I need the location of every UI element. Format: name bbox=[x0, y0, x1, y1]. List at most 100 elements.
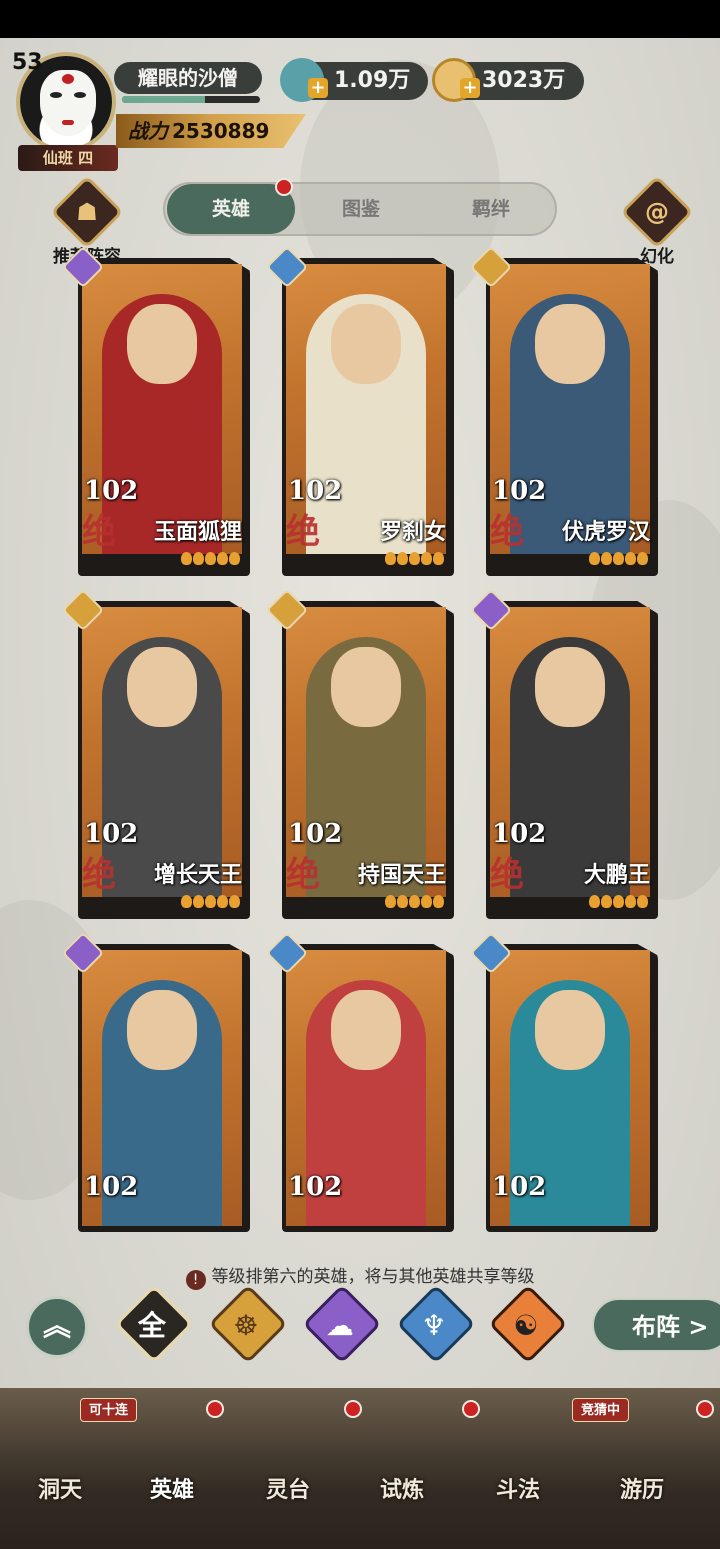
add-jade-icon[interactable]: + bbox=[308, 78, 328, 98]
player-level: 53 bbox=[12, 50, 43, 75]
star-rating bbox=[385, 552, 444, 566]
star-icon bbox=[181, 552, 192, 565]
hero-level: 102 bbox=[288, 476, 343, 506]
coin-currency[interactable]: + 3023万 bbox=[432, 58, 584, 102]
hero-card[interactable]: 102 绝 伏虎罗汉 bbox=[469, 245, 658, 576]
filter-purple-icon[interactable]: ☁ bbox=[302, 1284, 382, 1364]
star-icon bbox=[421, 895, 432, 908]
hero-card[interactable]: 102 绝 增长天王 bbox=[61, 588, 250, 919]
star-icon bbox=[433, 552, 444, 565]
tab-heroes-notification-dot bbox=[275, 178, 293, 196]
nav-notification-dot bbox=[462, 1400, 480, 1418]
star-icon bbox=[613, 895, 624, 908]
transform-button[interactable]: @ 幻化 bbox=[620, 175, 694, 267]
nav-badge: 竞猜中 bbox=[572, 1398, 630, 1422]
nav-item[interactable]: 洞天 bbox=[10, 1472, 110, 1504]
star-icon bbox=[601, 552, 612, 565]
hero-name: 玉面狐狸 bbox=[153, 520, 242, 545]
collapse-button[interactable]: ︽ bbox=[26, 1296, 88, 1358]
hero-screen: 53 仙班 四 耀眼的沙僧 战力 2530889 + 1.09万 + 3023万 … bbox=[0, 0, 720, 1549]
exp-fill bbox=[122, 96, 205, 103]
hero-grade: 绝 bbox=[490, 855, 524, 895]
hero-card[interactable]: 102 bbox=[469, 931, 658, 1232]
coin-value: 3023万 bbox=[482, 68, 566, 93]
hero-grid: 102 绝玉面狐狸 102 绝罗刹女 102 绝伏虎罗汉 102 绝增长天王 102 绝持国天王 1… bbox=[61, 245, 658, 1233]
filter-orange-icon[interactable]: ☯ bbox=[488, 1284, 568, 1364]
hero-grade: 绝 bbox=[286, 855, 320, 895]
exp-bar bbox=[122, 96, 260, 103]
hero-level: 102 bbox=[84, 476, 139, 506]
hero-name: 大鹏王 bbox=[583, 863, 650, 888]
hero-name: 增长天王 bbox=[153, 863, 242, 888]
star-rating bbox=[181, 552, 240, 566]
hero-grade: 绝 bbox=[82, 512, 116, 552]
hero-head bbox=[127, 304, 197, 384]
star-icon bbox=[205, 895, 216, 908]
jade-currency[interactable]: + 1.09万 bbox=[280, 58, 428, 102]
hero-card[interactable]: 102 bbox=[265, 931, 454, 1232]
star-icon bbox=[625, 552, 636, 565]
add-coin-icon[interactable]: + bbox=[460, 78, 480, 98]
filter-all[interactable]: 全 bbox=[114, 1284, 194, 1364]
rank-plate: 仙班 四 bbox=[18, 145, 118, 171]
nav-item[interactable]: 英雄 bbox=[122, 1472, 222, 1504]
star-icon bbox=[229, 895, 240, 908]
status-bar bbox=[0, 0, 720, 38]
hero-level: 102 bbox=[492, 1172, 547, 1202]
star-icon bbox=[601, 895, 612, 908]
hero-level: 102 bbox=[288, 1172, 343, 1202]
warning-icon: ! bbox=[185, 1270, 206, 1290]
hero-level: 102 bbox=[492, 476, 547, 506]
hero-name: 伏虎罗汉 bbox=[561, 520, 650, 545]
nav-notification-dot bbox=[206, 1400, 224, 1418]
hero-head bbox=[331, 647, 401, 727]
star-icon bbox=[217, 552, 228, 565]
deploy-button[interactable]: 布阵 > bbox=[592, 1298, 720, 1352]
nav-item[interactable]: 试炼 bbox=[352, 1472, 452, 1504]
filter-blue-icon[interactable]: ♆ bbox=[396, 1284, 476, 1364]
hero-head bbox=[535, 304, 605, 384]
star-icon bbox=[385, 895, 396, 908]
tab-bonds[interactable]: 羁绊 bbox=[427, 184, 555, 234]
faction-filter-row: ︽ 全 ☸ ☁ ♆ ☯ 布阵 > bbox=[0, 1284, 720, 1364]
star-icon bbox=[193, 895, 204, 908]
tab-compendium[interactable]: 图鉴 bbox=[297, 184, 425, 234]
nav-notification-dot bbox=[696, 1400, 714, 1418]
star-icon bbox=[397, 552, 408, 565]
hero-level: 102 bbox=[288, 819, 343, 849]
hero-head bbox=[331, 990, 401, 1070]
filter-gold-icon[interactable]: ☸ bbox=[208, 1284, 288, 1364]
hero-head bbox=[127, 647, 197, 727]
hero-card[interactable]: 102 绝 大鹏王 bbox=[469, 588, 658, 919]
nav-item[interactable]: 斗法 bbox=[468, 1472, 568, 1504]
nav-item[interactable]: 灵台 bbox=[238, 1472, 338, 1504]
hero-card[interactable]: 102 绝 持国天王 bbox=[265, 588, 454, 919]
power-label: 战力 bbox=[128, 119, 168, 143]
hero-card[interactable]: 102 bbox=[61, 931, 250, 1232]
star-icon bbox=[181, 895, 192, 908]
hero-card[interactable]: 102 绝 玉面狐狸 bbox=[61, 245, 250, 576]
star-icon bbox=[613, 552, 624, 565]
star-icon bbox=[397, 895, 408, 908]
player-name: 耀眼的沙僧 bbox=[114, 62, 262, 94]
bottom-nav: 洞天 英雄 可十连灵台 试炼 斗法 竞猜中游历 bbox=[0, 1388, 720, 1549]
hero-name: 持国天王 bbox=[357, 863, 446, 888]
hero-grade: 绝 bbox=[286, 512, 320, 552]
avatar-mask bbox=[40, 70, 96, 136]
hero-level: 102 bbox=[84, 819, 139, 849]
star-icon bbox=[421, 552, 432, 565]
hero-card[interactable]: 102 绝 罗刹女 bbox=[265, 245, 454, 576]
nav-item[interactable]: 游历 bbox=[592, 1472, 692, 1504]
star-icon bbox=[637, 895, 648, 908]
nav-badge: 可十连 bbox=[80, 1398, 138, 1422]
star-rating bbox=[589, 895, 648, 909]
star-icon bbox=[637, 552, 648, 565]
star-icon bbox=[205, 552, 216, 565]
star-icon bbox=[625, 895, 636, 908]
star-rating bbox=[589, 552, 648, 566]
power-value: 2530889 bbox=[172, 119, 270, 143]
star-icon bbox=[385, 552, 396, 565]
hero-tabs: 英雄 图鉴 羁绊 bbox=[163, 178, 557, 236]
hero-head bbox=[535, 990, 605, 1070]
hero-head bbox=[535, 647, 605, 727]
